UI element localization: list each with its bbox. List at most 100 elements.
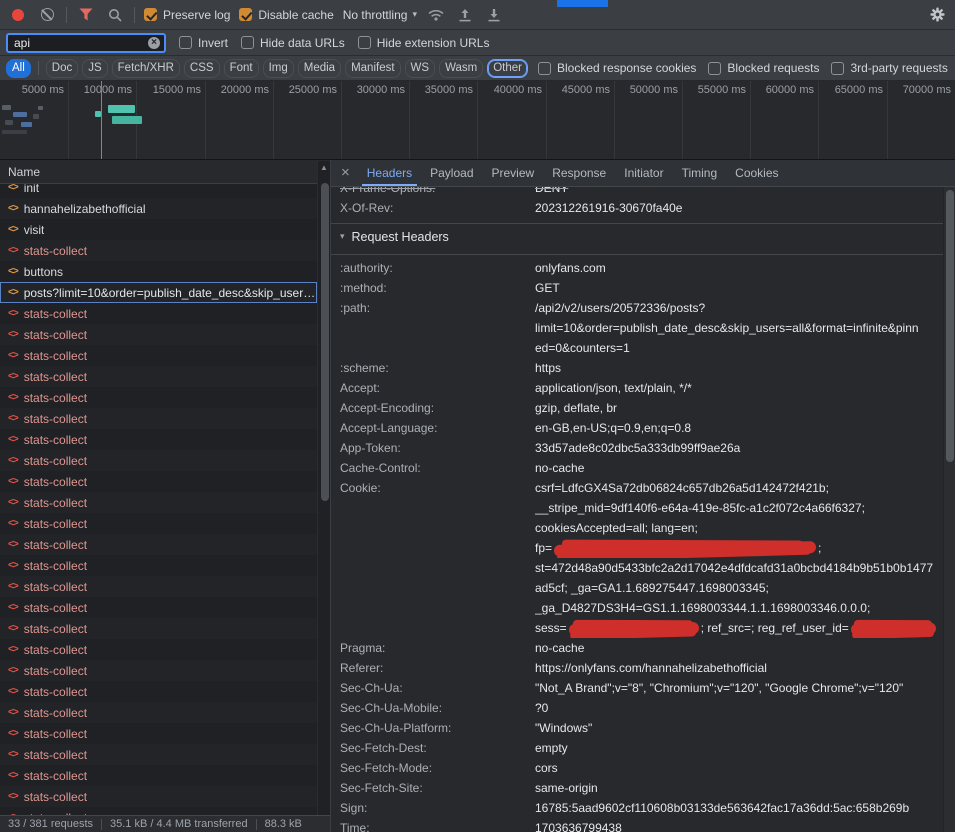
timeline-tick-label: 15000 ms [153,84,201,96]
header-row: Sec-Fetch-Mode:cors [340,758,943,778]
timeline-gridline [341,81,342,159]
request-row[interactable]: <>stats-collect [0,660,317,681]
request-row[interactable]: <>stats-collect [0,576,317,597]
request-row[interactable]: <>visit [0,219,317,240]
timeline-tick-label: 35000 ms [425,84,473,96]
header-row: Cache-Control:no-cache [340,458,943,478]
filter-chip-other[interactable]: Other [487,59,528,78]
tab-payload[interactable]: Payload [421,160,482,186]
request-error-icon: <> [8,665,18,676]
filter-chip-all[interactable]: All [6,59,31,78]
preserve-log-checkbox[interactable]: Preserve log [144,8,230,22]
clear-filter-icon[interactable]: × [148,37,160,49]
request-row[interactable]: <>stats-collect [0,240,317,261]
settings-button[interactable] [927,5,947,25]
request-row[interactable]: <>stats-collect [0,744,317,765]
request-row[interactable]: <>stats-collect [0,345,317,366]
request-row[interactable]: <>stats-collect [0,387,317,408]
checkbox-invert[interactable]: Invert [179,36,228,50]
search-button[interactable] [105,5,125,25]
filter-chip-media[interactable]: Media [298,59,341,78]
filter-chip-font[interactable]: Font [224,59,259,78]
export-har-icon [487,8,501,22]
checkbox-hide-data-urls[interactable]: Hide data URLs [241,36,345,50]
filter-button[interactable] [76,5,96,25]
request-row[interactable]: <>stats-collect [0,513,317,534]
request-row[interactable]: <>stats-collect [0,597,317,618]
request-row[interactable]: <>stats-collect [0,450,317,471]
request-row[interactable]: <>stats-collect [0,303,317,324]
request-row[interactable]: <>stats-collect [0,786,317,807]
filter-chip-manifest[interactable]: Manifest [345,59,400,78]
request-row[interactable]: <>stats-collect [0,492,317,513]
tab-response[interactable]: Response [543,160,615,186]
request-row[interactable]: <>stats-collect [0,807,317,815]
request-row[interactable]: <>init [0,184,317,198]
request-row[interactable]: <>stats-collect [0,555,317,576]
tab-preview[interactable]: Preview [483,160,544,186]
checkbox-hide-extension-urls[interactable]: Hide extension URLs [358,36,490,50]
import-har-button[interactable] [455,5,475,25]
request-error-icon: <> [8,686,18,697]
network-conditions-button[interactable] [426,5,446,25]
request-row[interactable]: <>stats-collect [0,723,317,744]
request-script-icon: <> [8,203,18,214]
tab-timing[interactable]: Timing [673,160,727,186]
filter-chip-css[interactable]: CSS [184,59,220,78]
checkbox-blocked-response-cookies[interactable]: Blocked response cookies [538,61,696,75]
request-row[interactable]: <>buttons [0,261,317,282]
details-scrollbar[interactable] [943,187,955,832]
disable-cache-checkbox[interactable]: Disable cache [239,8,333,22]
request-row[interactable]: <>stats-collect [0,618,317,639]
header-row: Referer:https://onlyfans.com/hannaheliza… [340,658,943,678]
filter-checkboxes: Invert Hide data URLs Hide extension URLs [179,36,489,50]
tab-headers[interactable]: Headers [358,160,421,186]
chevron-down-icon: ▾ [412,9,417,20]
request-row[interactable]: <>stats-collect [0,681,317,702]
tab-cookies[interactable]: Cookies [726,160,787,186]
throttling-select[interactable]: No throttling ▾ [343,8,417,22]
scrollbar-thumb[interactable] [946,190,954,462]
header-name: :scheme: [340,358,535,378]
export-har-button[interactable] [484,5,504,25]
record-button[interactable] [8,5,28,25]
clear-button[interactable] [37,5,57,25]
request-list-scrollbar[interactable]: ▲ [317,161,330,815]
filter-input[interactable]: api × [6,33,166,53]
request-row[interactable]: <>stats-collect [0,765,317,786]
header-name: Accept: [340,378,535,398]
request-error-icon: <> [8,791,18,802]
scrollbar-thumb[interactable] [321,183,329,501]
request-row[interactable]: <>stats-collect [0,429,317,450]
close-icon[interactable]: × [335,164,358,183]
filter-chip-wasm[interactable]: Wasm [439,59,483,78]
filter-chip-doc[interactable]: Doc [46,59,78,78]
filter-chip-ws[interactable]: WS [405,59,436,78]
checkbox-blocked-requests[interactable]: Blocked requests [708,61,819,75]
toolbar-separator [66,7,67,23]
filter-chip-fetch-xhr[interactable]: Fetch/XHR [112,59,180,78]
checkbox-3rd-party-requests[interactable]: 3rd-party requests [831,61,947,75]
request-row[interactable]: <>stats-collect [0,534,317,555]
request-row[interactable]: <>stats-collect [0,702,317,723]
request-list-header[interactable]: Name [0,160,330,184]
request-row[interactable]: <>stats-collect [0,324,317,345]
request-headers-section[interactable]: ▾ Request Headers [340,224,943,249]
request-name: stats-collect [24,622,87,636]
request-error-icon: <> [8,707,18,718]
header-row: Accept-Language:en-GB,en-US;q=0.9,en;q=0… [340,418,943,438]
request-row[interactable]: <>posts?limit=10&order=publish_date_desc… [0,282,317,303]
request-row[interactable]: <>stats-collect [0,471,317,492]
request-row[interactable]: <>stats-collect [0,408,317,429]
request-row[interactable]: <>stats-collect [0,366,317,387]
timeline-overview[interactable]: 5000 ms10000 ms15000 ms20000 ms25000 ms3… [0,81,955,160]
request-list-panel: Name <>init<>hannahelizabethofficial<>vi… [0,160,330,815]
filter-chip-js[interactable]: JS [82,59,107,78]
scroll-up-icon[interactable]: ▲ [320,163,328,172]
checkbox-label: Blocked response cookies [557,61,696,75]
filter-chip-img[interactable]: Img [263,59,294,78]
request-script-icon: <> [8,184,18,193]
tab-initiator[interactable]: Initiator [615,160,672,186]
request-row[interactable]: <>stats-collect [0,639,317,660]
request-row[interactable]: <>hannahelizabethofficial [0,198,317,219]
